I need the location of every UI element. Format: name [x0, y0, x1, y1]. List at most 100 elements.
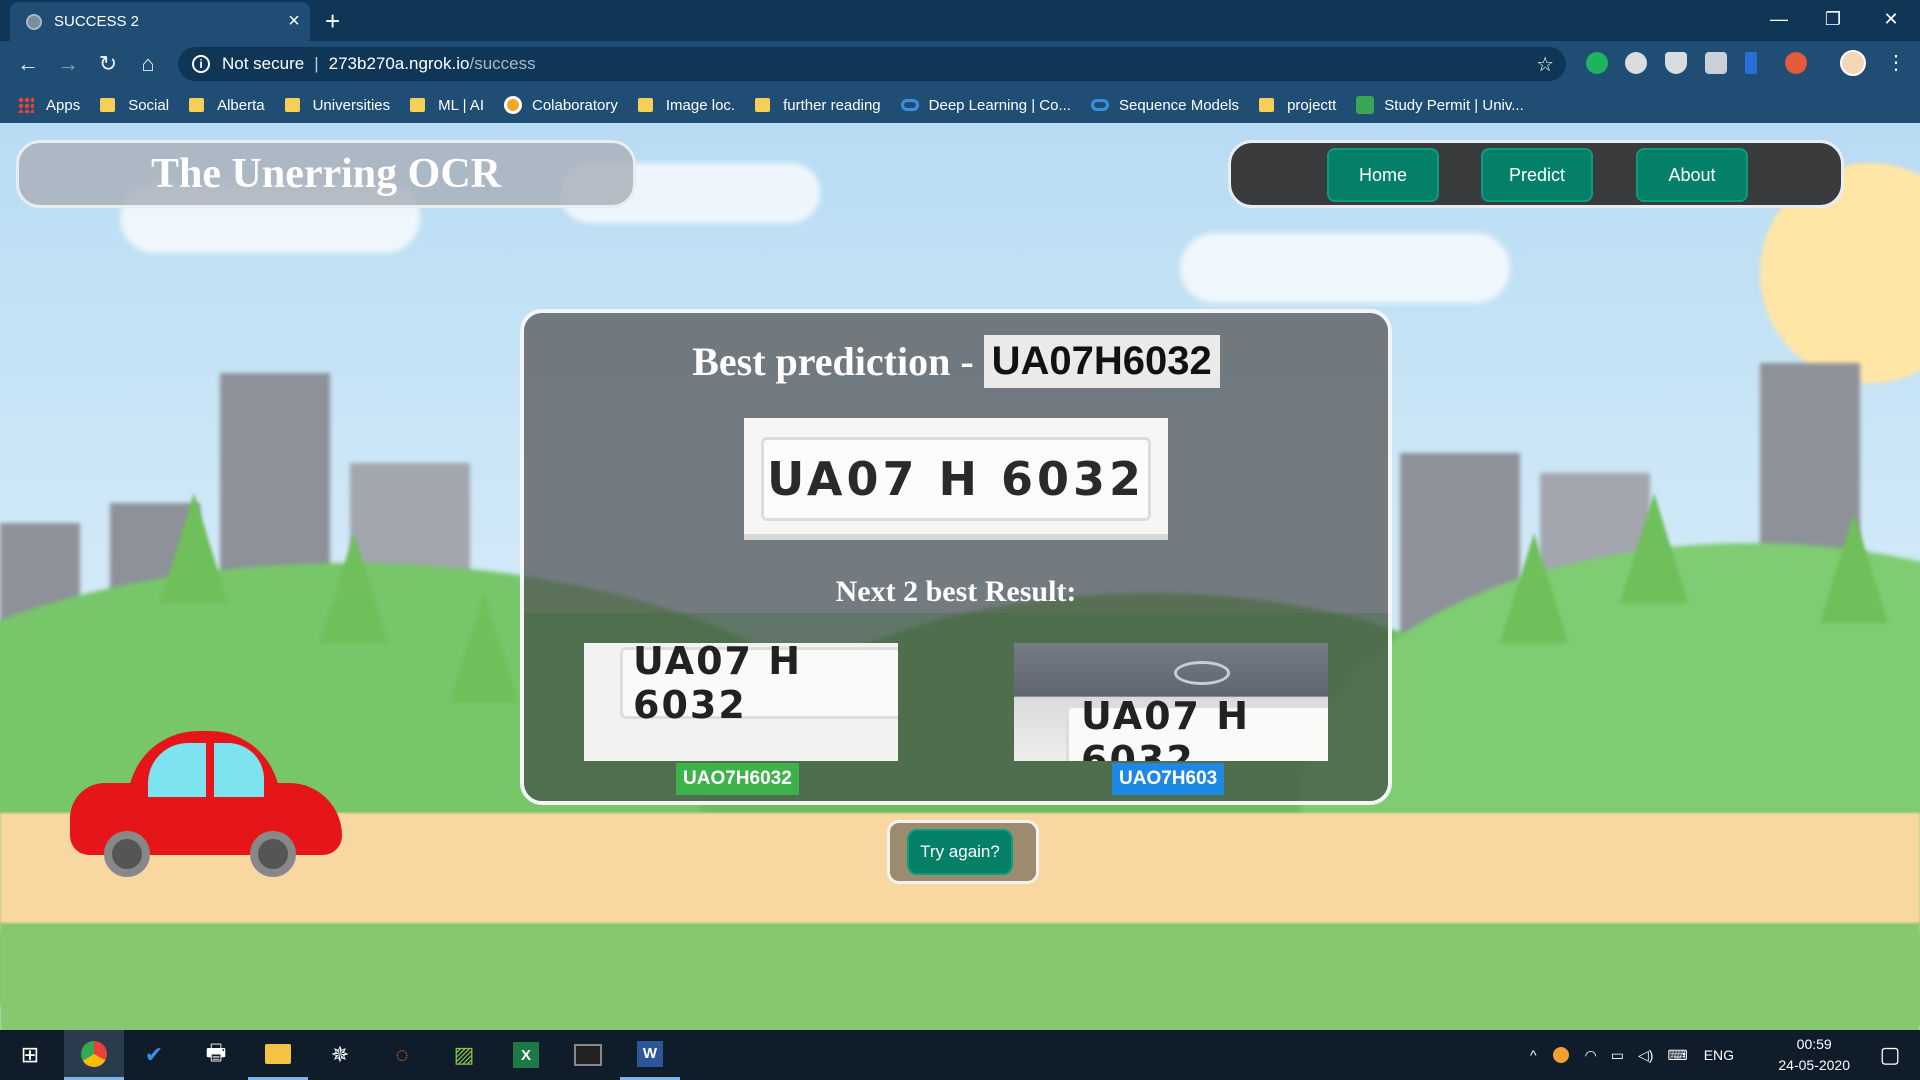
bookmark-star-icon[interactable]: ☆	[1536, 52, 1554, 77]
bookmark-label: ML | AI	[438, 96, 484, 114]
jupyter-taskbar-icon[interactable]: ◌	[372, 1030, 432, 1080]
restore-icon[interactable]: ❐	[1806, 4, 1860, 34]
grammarly-extension-icon[interactable]	[1586, 52, 1608, 74]
bookmark-label: Image loc.	[665, 96, 736, 114]
excel-taskbar-icon[interactable]: X	[496, 1030, 556, 1080]
chrome-taskbar-icon[interactable]	[64, 1030, 124, 1080]
bookmarks-bar: Apps Social Alberta Universities ML | AI…	[0, 87, 1920, 123]
close-window-icon[interactable]: ✕	[1864, 4, 1918, 34]
bookmark-social[interactable]: Social	[100, 97, 169, 114]
spider-app-taskbar-icon[interactable]: ✵	[310, 1030, 370, 1080]
todo-taskbar-icon[interactable]: ✔	[124, 1030, 184, 1080]
back-icon[interactable]: ←	[8, 51, 48, 77]
volume-icon[interactable]: ◁)	[1638, 1047, 1653, 1064]
bookmark-universities[interactable]: Universities	[284, 96, 391, 114]
tab-title: SUCCESS 2	[54, 13, 140, 30]
bookmark-colaboratory[interactable]: Colaboratory	[503, 96, 618, 114]
bookmark-sequence-models[interactable]: Sequence Models	[1090, 96, 1240, 114]
chevron-up-icon[interactable]: ^	[1530, 1047, 1537, 1063]
home-icon[interactable]: ⌂	[128, 51, 168, 77]
block-extension-icon[interactable]	[1625, 52, 1647, 74]
car-wheel	[104, 831, 150, 877]
best-plate-image: UA07 H 6032	[744, 418, 1168, 540]
tree	[1500, 533, 1568, 643]
colab-icon	[503, 96, 522, 114]
tree	[1620, 493, 1688, 603]
bookmark-label: Universities	[312, 96, 391, 114]
cursor-extension-icon[interactable]	[1745, 52, 1757, 74]
printer-taskbar-icon[interactable]: 🖶	[186, 1030, 246, 1080]
tab-strip: SUCCESS 2 × + — ❐ ✕	[0, 0, 1920, 41]
reload-icon[interactable]: ↻	[88, 51, 128, 77]
system-tray: ^ ◠ ▭ ◁) ⌨ ENG	[1530, 1030, 1734, 1080]
cloud	[1180, 233, 1510, 303]
folder-icon	[755, 98, 771, 112]
camera-extension-icon[interactable]	[1705, 52, 1727, 74]
result-image-1: UA07 H 6032	[584, 643, 898, 761]
keyboard-icon[interactable]: ⌨	[1667, 1047, 1687, 1064]
tab-favicon-icon	[26, 13, 42, 30]
folder-icon	[189, 98, 205, 112]
bookmark-alberta[interactable]: Alberta	[189, 97, 265, 114]
bookmark-apps[interactable]: Apps	[18, 97, 80, 114]
result-tag-1: UAO7H6032	[676, 763, 799, 795]
info-icon[interactable]: i	[192, 55, 210, 73]
image-app-taskbar-icon[interactable]: ▨	[434, 1030, 494, 1080]
result-tag-2: UAO7H603	[1112, 763, 1225, 795]
web-page: The Unerring OCR Home Predict About Best…	[0, 123, 1920, 1030]
site-title: The Unerring OCR	[16, 140, 636, 208]
folder-icon	[284, 98, 300, 112]
bookmark-ml-ai[interactable]: ML | AI	[410, 97, 484, 114]
terminal-taskbar-icon[interactable]	[558, 1030, 618, 1080]
notifications-icon[interactable]: ▢	[1870, 1030, 1910, 1080]
car-wheel	[250, 831, 296, 877]
bookmark-label: Sequence Models	[1118, 96, 1240, 114]
wifi-icon[interactable]: ◠	[1585, 1047, 1597, 1064]
bookmark-label: Apps	[46, 96, 81, 114]
bookmark-further-reading[interactable]: further reading	[755, 97, 881, 114]
clock[interactable]: 00:59 24-05-2020	[1778, 1034, 1850, 1076]
forward-icon[interactable]: →	[48, 51, 88, 77]
nav-about-button[interactable]: About	[1636, 148, 1748, 202]
bookmark-label: Alberta	[217, 96, 265, 114]
language-indicator[interactable]: ENG	[1704, 1047, 1734, 1063]
best-prediction-value: UA07H6032	[983, 335, 1220, 388]
colorful-extension-icon[interactable]	[1785, 52, 1807, 74]
bookmark-label: Social	[128, 96, 170, 114]
coursera-icon	[900, 99, 919, 111]
next-results-heading: Next 2 best Result:	[835, 575, 1077, 608]
windows-taskbar: ⊞ ✔ 🖶 ✵ ◌ ▨ X W ^ ◠ ▭ ◁) ⌨ ENG 00:59 24-…	[0, 1030, 1920, 1080]
result-card: Best prediction - UA07H6032 UA07 H 6032 …	[520, 309, 1392, 805]
result-image-2: UA07 H 6032	[1014, 643, 1328, 761]
file-explorer-taskbar-icon[interactable]	[248, 1030, 308, 1080]
best-prediction-line: Best prediction - UA07H6032	[524, 335, 1388, 388]
best-plate-text: UA07 H 6032	[761, 437, 1151, 521]
shield-extension-icon[interactable]	[1665, 52, 1687, 74]
study-permit-icon	[1356, 96, 1375, 114]
bookmark-deep-learning[interactable]: Deep Learning | Co...	[900, 97, 1071, 114]
result-plate-text-2: UA07 H 6032	[1066, 694, 1328, 761]
coursera-icon	[1090, 99, 1109, 111]
new-tab-button[interactable]: +	[325, 6, 340, 37]
tree	[1820, 513, 1888, 623]
folder-icon	[410, 98, 426, 112]
nav-predict-button[interactable]: Predict	[1481, 148, 1593, 202]
result-plate-text-1: UA07 H 6032	[620, 643, 898, 727]
word-taskbar-icon[interactable]: W	[620, 1030, 680, 1080]
bookmark-image-loc[interactable]: Image loc.	[637, 96, 736, 114]
close-tab-icon[interactable]: ×	[278, 10, 310, 33]
tray-app-icon[interactable]	[1552, 1047, 1569, 1063]
nav-home-button[interactable]: Home	[1327, 148, 1439, 202]
windows-start-icon[interactable]: ⊞	[0, 1030, 60, 1080]
minimize-icon[interactable]: —	[1752, 4, 1806, 34]
folder-icon	[100, 98, 116, 112]
address-bar[interactable]: i Not secure | 273b270a.ngrok.io /succes…	[178, 47, 1566, 81]
profile-avatar[interactable]	[1840, 50, 1866, 76]
menu-icon[interactable]: ⋮	[1886, 52, 1906, 74]
battery-icon[interactable]: ▭	[1611, 1047, 1624, 1064]
bookmark-projectt[interactable]: projectt	[1259, 97, 1336, 114]
bookmark-study-permit[interactable]: Study Permit | Univ...	[1356, 96, 1524, 114]
try-again-button[interactable]: Try again?	[907, 829, 1013, 875]
url-path: /success	[469, 54, 536, 73]
browser-tab[interactable]: SUCCESS 2 ×	[10, 2, 310, 41]
